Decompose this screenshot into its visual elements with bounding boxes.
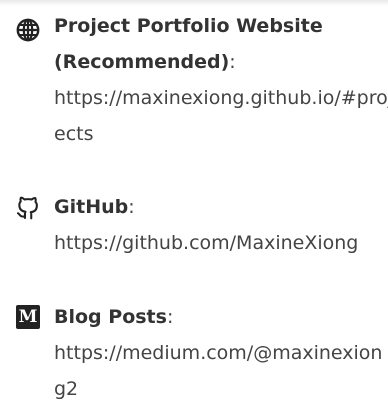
link-entry-text: Project Portfolio Website (Recommended):… <box>54 8 388 152</box>
link-colon: : <box>229 51 236 73</box>
link-entry-text: GitHub: https://github.com/MaxineXiong <box>54 189 388 261</box>
link-entry-text: Blog Posts: https://medium.com/@maxinexi… <box>54 299 388 407</box>
link-colon: : <box>128 196 135 218</box>
medium-icon: M <box>14 303 42 331</box>
portfolio-link[interactable]: https://maxinexiong.github.io/#projects <box>54 80 388 152</box>
medium-icon-letter: M <box>16 305 40 329</box>
github-icon <box>14 193 42 221</box>
link-title: GitHub <box>54 196 129 218</box>
link-colon: : <box>166 306 174 328</box>
globe-icon <box>14 16 42 44</box>
link-title: Blog Posts <box>54 306 167 328</box>
github-link[interactable]: https://github.com/MaxineXiong <box>54 225 388 261</box>
medium-link[interactable]: https://medium.com/@maxinexiong2 <box>54 335 388 407</box>
link-title: Project Portfolio Website (Recommended) <box>54 15 323 73</box>
scroll-shadow <box>0 0 388 6</box>
